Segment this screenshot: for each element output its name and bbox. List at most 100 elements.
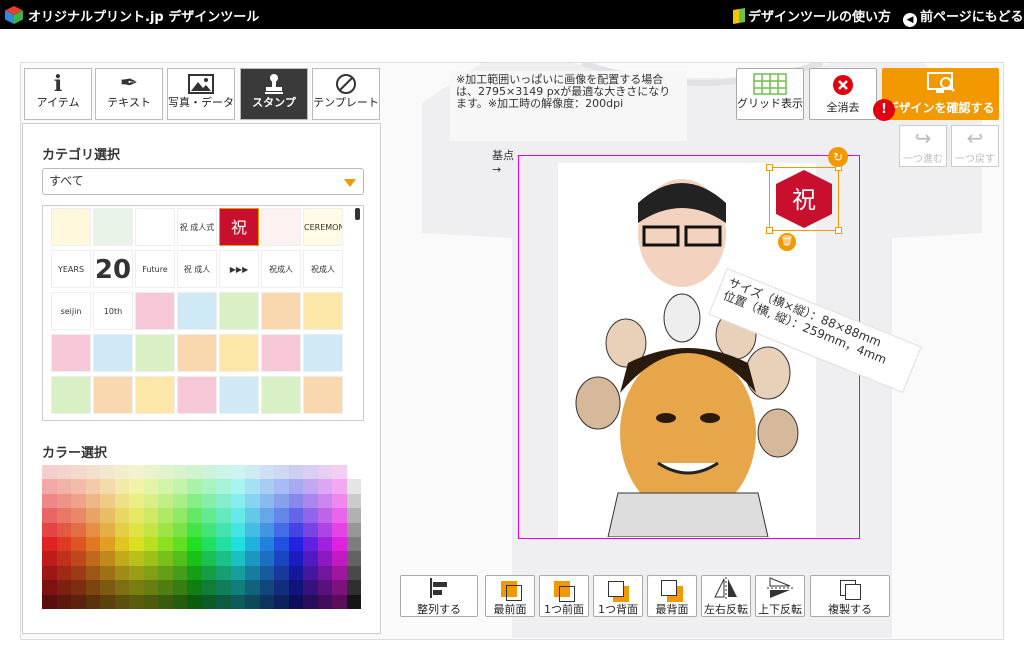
color-swatch[interactable] [332, 594, 347, 609]
color-swatch[interactable] [158, 522, 173, 537]
color-swatch[interactable] [274, 479, 289, 494]
trash-icon[interactable]: 🗑 [778, 233, 796, 251]
color-swatch[interactable] [230, 594, 245, 609]
color-swatch[interactable] [143, 551, 158, 566]
color-swatch[interactable] [332, 508, 347, 523]
color-swatch[interactable] [245, 522, 260, 537]
color-swatch[interactable] [346, 565, 361, 581]
color-swatch[interactable] [245, 465, 260, 480]
color-swatch[interactable] [216, 565, 231, 581]
color-swatch[interactable] [56, 594, 71, 609]
color-swatch[interactable] [288, 493, 303, 509]
color-swatch[interactable] [114, 522, 129, 537]
color-swatch[interactable] [317, 594, 332, 609]
color-swatch[interactable] [245, 551, 260, 566]
stamp-thumbnail[interactable]: 祝 成人式 [177, 208, 217, 246]
stamp-thumbnail[interactable]: seijin [51, 292, 91, 330]
color-swatch[interactable] [71, 465, 86, 480]
color-swatch[interactable] [230, 565, 245, 581]
color-swatch[interactable] [172, 594, 187, 609]
color-swatch[interactable] [274, 536, 289, 552]
color-swatch[interactable] [332, 565, 347, 581]
back-link[interactable]: ◀ 前ページにもどる [903, 6, 1023, 27]
align-button[interactable]: 整列する [400, 575, 478, 617]
color-swatch[interactable] [303, 580, 318, 595]
color-swatch[interactable] [114, 594, 129, 609]
color-swatch[interactable] [303, 522, 318, 537]
color-swatch[interactable] [288, 565, 303, 581]
color-swatch[interactable] [71, 493, 86, 509]
color-swatch[interactable] [288, 551, 303, 566]
color-swatch[interactable] [346, 580, 361, 595]
stamp-thumbnail[interactable] [51, 376, 91, 414]
color-swatch[interactable] [100, 493, 115, 509]
color-swatch[interactable] [143, 594, 158, 609]
color-swatch[interactable] [317, 493, 332, 509]
color-swatch[interactable] [42, 465, 57, 480]
tab-photo[interactable]: 写真・データ [167, 68, 235, 120]
stamp-thumbnail[interactable] [51, 208, 91, 246]
color-swatch[interactable] [303, 493, 318, 509]
color-swatch[interactable] [56, 536, 71, 552]
color-swatch[interactable] [216, 594, 231, 609]
color-swatch[interactable] [187, 551, 202, 566]
send-back-button[interactable]: 最背面 [647, 575, 697, 617]
color-swatch[interactable] [201, 580, 216, 595]
color-swatch[interactable] [187, 508, 202, 523]
color-swatch[interactable] [143, 479, 158, 494]
clear-all-button[interactable]: 全消去 [809, 68, 877, 120]
color-swatch[interactable] [288, 508, 303, 523]
stamp-thumbnail[interactable] [177, 292, 217, 330]
color-swatch[interactable] [332, 580, 347, 595]
stamp-thumbnail[interactable] [261, 292, 301, 330]
color-swatch[interactable] [187, 565, 202, 581]
color-swatch[interactable] [114, 493, 129, 509]
bring-front-button[interactable]: 最前面 [485, 575, 535, 617]
color-swatch[interactable] [172, 465, 187, 480]
color-swatch[interactable] [317, 551, 332, 566]
stamp-thumbnail[interactable] [303, 292, 343, 330]
color-swatch[interactable] [216, 522, 231, 537]
color-swatch[interactable] [274, 493, 289, 509]
color-swatch[interactable] [317, 536, 332, 552]
color-swatch[interactable] [42, 508, 57, 523]
color-swatch[interactable] [317, 479, 332, 494]
color-swatch[interactable] [172, 508, 187, 523]
color-swatch[interactable] [216, 580, 231, 595]
stamp-thumbnail[interactable] [177, 334, 217, 372]
color-swatch[interactable] [143, 493, 158, 509]
color-swatch[interactable] [158, 493, 173, 509]
stamp-thumbnail[interactable] [219, 334, 259, 372]
color-swatch[interactable] [303, 536, 318, 552]
duplicate-button[interactable]: 複製する [810, 575, 890, 617]
color-swatch[interactable] [143, 465, 158, 480]
category-select[interactable]: すべて [42, 168, 364, 195]
color-swatch[interactable] [100, 551, 115, 566]
color-swatch[interactable] [245, 479, 260, 494]
stamp-thumbnail[interactable] [261, 208, 301, 246]
color-swatch[interactable] [245, 493, 260, 509]
color-swatch[interactable] [114, 551, 129, 566]
color-swatch[interactable] [172, 536, 187, 552]
color-swatch[interactable] [56, 465, 71, 480]
color-swatch[interactable] [230, 508, 245, 523]
color-swatch[interactable] [201, 493, 216, 509]
rotate-handle-icon[interactable]: ↻ [828, 147, 848, 167]
color-swatch[interactable] [56, 508, 71, 523]
color-swatch[interactable] [129, 465, 144, 480]
color-swatch[interactable] [85, 536, 100, 552]
color-swatch[interactable] [85, 508, 100, 523]
color-swatch[interactable] [245, 508, 260, 523]
color-swatch[interactable] [158, 580, 173, 595]
color-swatch[interactable] [129, 565, 144, 581]
stamp-thumbnail[interactable]: 10th Ceremony [93, 292, 133, 330]
stamp-thumbnail[interactable] [51, 334, 91, 372]
color-swatch[interactable] [56, 551, 71, 566]
color-swatch[interactable] [259, 493, 274, 509]
stamp-thumbnail[interactable]: CEREMONY [303, 208, 343, 246]
color-swatch[interactable] [303, 551, 318, 566]
color-swatch[interactable] [71, 580, 86, 595]
color-swatch[interactable] [143, 522, 158, 537]
resize-handle-se[interactable] [835, 227, 842, 234]
color-swatch[interactable] [114, 536, 129, 552]
